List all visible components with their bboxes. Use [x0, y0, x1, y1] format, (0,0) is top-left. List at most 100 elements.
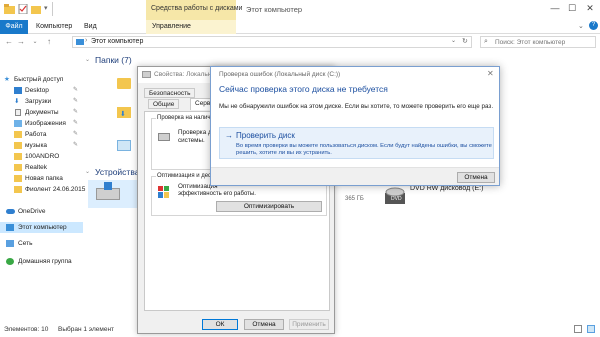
download-icon: ⬇	[120, 111, 126, 118]
item-count: Элементов: 10	[4, 326, 49, 333]
properties-icon[interactable]	[18, 3, 29, 15]
devices-group-header[interactable]: Устройства	[95, 167, 139, 177]
optimize-button[interactable]: Оптимизировать	[216, 201, 322, 212]
sidebar-item-onedrive[interactable]: OneDrive	[0, 206, 83, 217]
dialog-title: Проверка ошибок (Локальный диск (C:))	[219, 71, 341, 78]
minimize-button[interactable]: —	[549, 2, 561, 14]
sidebar-item-label: Новая папка	[25, 175, 63, 182]
homegroup-icon	[6, 258, 14, 265]
window-title: Этот компьютер	[246, 5, 303, 14]
folder-icon	[14, 153, 22, 160]
sidebar-item-homegroup[interactable]: Домашняя группа	[0, 256, 83, 267]
sidebar-item-label: Сеть	[18, 240, 33, 247]
chevron-right-icon[interactable]: ›	[85, 37, 87, 44]
sidebar-item-fiolent[interactable]: Фиолент 24.06.2015	[0, 184, 86, 195]
vertical-scrollbar[interactable]	[593, 52, 600, 320]
folder-icon	[14, 131, 22, 138]
sidebar-item-label: 100ANDRO	[25, 153, 60, 160]
drive-c-tile[interactable]	[88, 180, 137, 208]
ribbon-collapse-icon[interactable]: ⌄	[578, 22, 584, 30]
sidebar-item-realtek[interactable]: Realtek	[0, 162, 83, 173]
search-input[interactable]	[481, 37, 595, 47]
windows-logo-icon	[104, 182, 112, 190]
folder-icon	[4, 4, 15, 14]
dvd-drive-label[interactable]: DVD RW дисковод (E:)	[410, 185, 483, 192]
sidebar-item-documents[interactable]: Документы ✎	[0, 107, 83, 118]
ok-button[interactable]: ОК	[202, 319, 238, 330]
drive-size-text: 365 ГБ	[345, 196, 364, 202]
dvd-drive-icon[interactable]	[384, 184, 406, 206]
address-bar[interactable]: › Этот компьютер ⌄ ↻	[72, 36, 472, 48]
tab-view[interactable]: Вид	[78, 20, 103, 34]
tab-computer[interactable]: Компьютер	[30, 20, 78, 34]
tab-manage[interactable]: Управление	[146, 20, 236, 34]
sidebar-item-this-pc[interactable]: Этот компьютер	[0, 222, 83, 233]
sidebar-item-new-folder[interactable]: Новая папка	[0, 173, 83, 184]
folder-icon[interactable]	[117, 78, 131, 89]
search-icon: ⌕	[484, 38, 488, 45]
check-description-2: системы.	[178, 137, 205, 144]
folder-icon	[14, 142, 22, 149]
apply-button[interactable]: Применить	[289, 319, 329, 330]
context-tab-header: Средства работы с дисками	[146, 0, 242, 20]
refresh-icon[interactable]: ↻	[462, 37, 468, 45]
qat-dropdown-icon[interactable]: ▾	[44, 4, 48, 12]
dialog-heading: Сейчас проверка этого диска не требуется	[219, 84, 388, 94]
folder-icon	[14, 186, 22, 193]
sidebar-item-music[interactable]: музыка ✎	[0, 140, 83, 151]
close-button[interactable]: ✕	[584, 2, 596, 14]
folder-icon	[14, 164, 22, 171]
sidebar-item-work[interactable]: Работа ✎	[0, 129, 83, 140]
maximize-button[interactable]: ☐	[566, 2, 578, 14]
large-icons-view-icon[interactable]	[587, 325, 595, 333]
help-icon[interactable]: ?	[589, 21, 598, 30]
optimize-description-2: эффективность его работы.	[178, 191, 256, 197]
sidebar-item-desktop[interactable]: Desktop ✎	[0, 85, 83, 96]
cancel-button[interactable]: Отмена	[457, 172, 495, 183]
recent-dropdown-icon[interactable]: ⌄	[30, 37, 40, 47]
collapse-chevron-icon[interactable]: ⌄	[85, 56, 90, 63]
download-icon: ⬇	[14, 98, 20, 105]
sidebar-item-quick-access[interactable]: ★ Быстрый доступ	[0, 74, 83, 85]
new-folder-icon[interactable]	[31, 4, 42, 14]
computer-icon	[76, 39, 84, 45]
breadcrumb[interactable]: Этот компьютер	[91, 38, 143, 45]
up-button[interactable]: ↑	[44, 37, 54, 47]
sidebar-item-label: Realtek	[25, 164, 48, 171]
sidebar-item-label: Изображения	[25, 120, 66, 127]
scan-drive-command[interactable]: → Проверить диск Во время проверки вы мо…	[219, 127, 494, 159]
sidebar-item-network[interactable]: Сеть	[0, 238, 83, 249]
sidebar-item-label: Фиолент 24.06.2015	[25, 186, 86, 193]
tab-security[interactable]: Безопасность	[144, 88, 196, 98]
back-button[interactable]: ←	[4, 37, 14, 47]
pin-icon: ✎	[73, 142, 79, 148]
tab-file[interactable]: Файл	[0, 20, 28, 34]
sidebar-item-label: OneDrive	[18, 208, 46, 215]
close-icon[interactable]: ✕	[487, 69, 494, 78]
sidebar-item-pictures[interactable]: Изображения ✎	[0, 118, 83, 129]
sidebar-item-100andro[interactable]: 100ANDRO	[0, 151, 83, 162]
pin-icon: ✎	[73, 87, 79, 93]
group-legend: Оптимизация и деф	[156, 173, 215, 179]
sidebar-item-label: Документы	[25, 109, 59, 116]
selected-count: Выбран 1 элемент	[58, 326, 115, 333]
details-view-icon[interactable]	[574, 325, 582, 333]
sidebar-item-label: Desktop	[25, 87, 49, 94]
tab-general[interactable]: Общие	[148, 99, 180, 109]
sidebar-item-downloads[interactable]: ⬇ Загрузки ✎	[0, 96, 83, 107]
address-row: ← → ⌄ ↑ › Этот компьютер ⌄ ↻ ⌕	[0, 35, 600, 49]
drive-icon	[142, 71, 151, 78]
pictures-icon[interactable]	[117, 140, 131, 151]
folders-group-header[interactable]: Папки (7)	[95, 55, 132, 65]
search-box[interactable]: ⌕	[480, 36, 596, 48]
cancel-button[interactable]: Отмена	[244, 319, 284, 330]
sidebar-item-label: Быстрый доступ	[14, 76, 64, 83]
sidebar-item-label: музыка	[25, 142, 48, 149]
network-icon	[6, 240, 14, 247]
forward-button[interactable]: →	[16, 37, 26, 47]
dvd-badge: DVD	[391, 196, 402, 202]
ribbon-tabs: Файл Компьютер Вид Управление ⌄ ?	[0, 20, 600, 34]
context-tab-label: Средства работы с дисками	[151, 5, 243, 12]
collapse-chevron-icon[interactable]: ⌄	[85, 168, 90, 175]
address-dropdown-icon[interactable]: ⌄	[451, 37, 456, 44]
